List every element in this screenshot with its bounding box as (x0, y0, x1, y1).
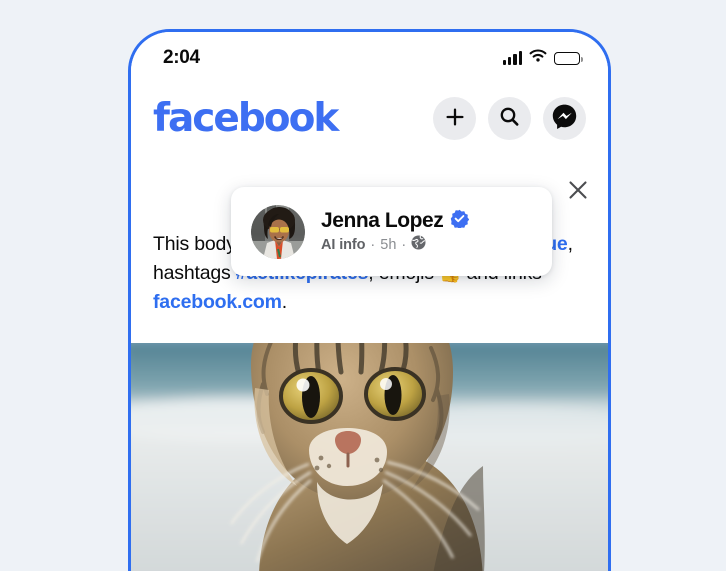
post-timestamp: 5h (380, 236, 397, 253)
post-photo[interactable] (131, 343, 608, 571)
wifi-icon (529, 48, 547, 68)
separator-2: · (401, 236, 407, 253)
avatar[interactable] (251, 204, 305, 259)
ai-info-label[interactable]: AI info (321, 237, 366, 253)
app-header: facebook (131, 84, 608, 152)
phone-screen: 2:04 facebook This body , hashtags faceb… (131, 32, 608, 571)
status-bar: 2:04 (131, 32, 608, 84)
battery-full-icon (554, 51, 583, 65)
header-actions (433, 96, 586, 140)
author-subtitle-row: AI info · 5h · (321, 235, 469, 254)
search-button[interactable] (488, 96, 531, 140)
messenger-icon (551, 103, 578, 133)
status-bar-icons (502, 48, 583, 68)
search-icon (499, 106, 520, 130)
create-button[interactable] (433, 96, 476, 140)
author-name[interactable]: Jenna Lopez (321, 209, 444, 233)
author-name-row: Jenna Lopez (321, 209, 470, 233)
post-url-link[interactable]: facebook.com (153, 291, 282, 313)
separator-1: · (370, 236, 376, 253)
close-icon[interactable] (566, 178, 590, 207)
globe-icon[interactable] (411, 235, 426, 254)
cellular-signal-icon (502, 51, 522, 65)
messenger-button[interactable] (543, 96, 586, 140)
verified-badge-icon (450, 209, 470, 233)
status-bar-time: 2:04 (163, 47, 200, 68)
phone-frame: 2:04 facebook This body , hashtags faceb… (128, 29, 611, 571)
post-text-segment-5: . (281, 291, 287, 313)
author-card[interactable]: Jenna Lopez AI info · 5h · (231, 187, 552, 276)
facebook-logo[interactable]: facebook (153, 99, 339, 138)
author-meta: Jenna Lopez AI info · 5h · (321, 209, 470, 254)
plus-icon (445, 107, 465, 130)
